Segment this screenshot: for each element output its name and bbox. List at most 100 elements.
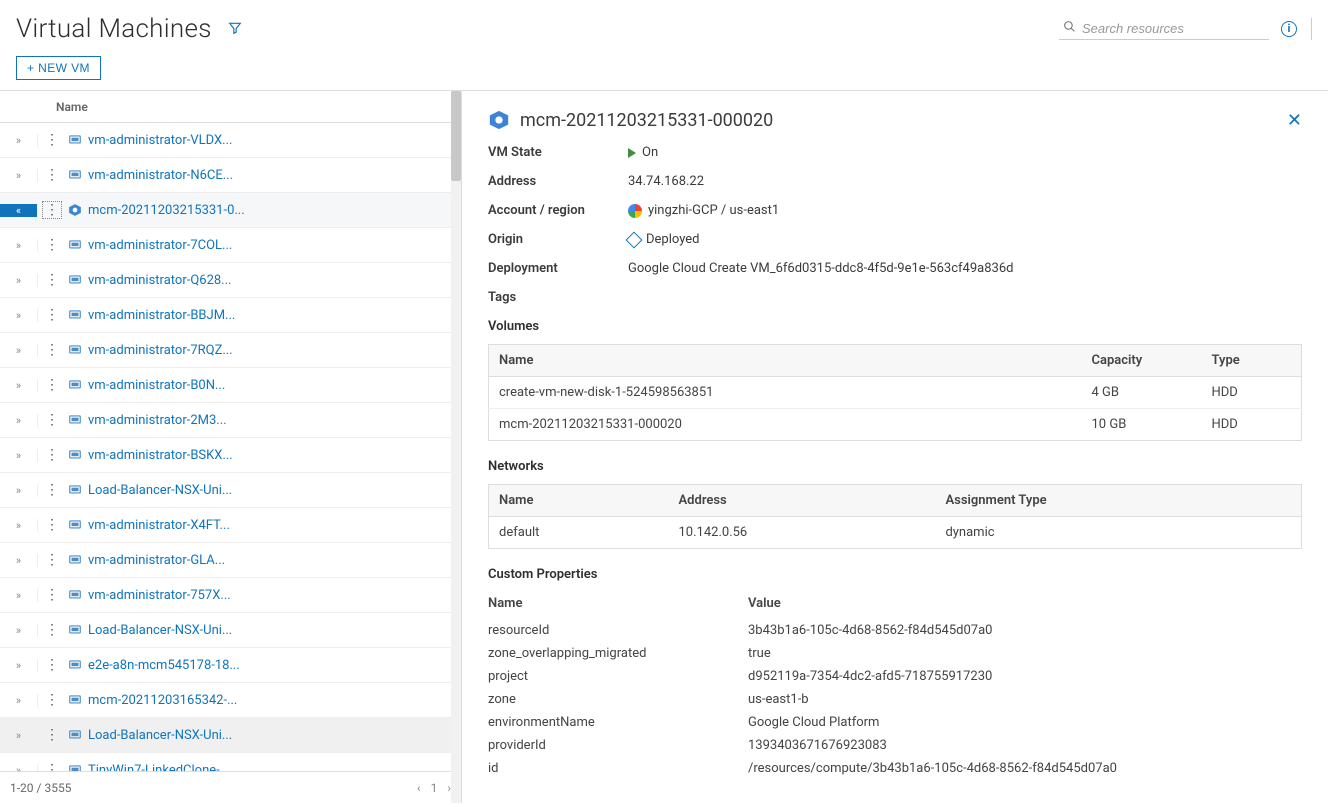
expand-icon[interactable]: »	[0, 659, 38, 672]
expand-icon[interactable]: »	[0, 309, 38, 322]
row-actions-menu[interactable]: ⋮	[42, 692, 62, 708]
row-actions-menu[interactable]: ⋮	[42, 237, 62, 253]
vm-name-link[interactable]: Load-Balancer-NSX-Uni...	[88, 483, 232, 498]
expand-icon[interactable]: »	[0, 729, 38, 742]
vm-name-link[interactable]: TinyWin7-LinkedClone-...	[88, 763, 230, 772]
row-actions-menu[interactable]: ⋮	[42, 377, 62, 393]
vm-name-link[interactable]: vm-administrator-N6CE...	[88, 168, 233, 183]
vm-list-row[interactable]: » ⋮ vm-administrator-X4FT...	[0, 508, 461, 543]
vm-name-link[interactable]: Load-Balancer-NSX-Uni...	[88, 623, 232, 638]
row-actions-menu[interactable]: ⋮	[42, 132, 62, 148]
props-col-name[interactable]: Name	[488, 592, 748, 619]
pager-prev[interactable]: ‹	[417, 781, 421, 795]
row-actions-menu[interactable]: ⋮	[42, 622, 62, 638]
vm-list-row[interactable]: » ⋮ vm-administrator-N6CE...	[0, 158, 461, 193]
vm-list-row[interactable]: » ⋮ vm-administrator-2M3...	[0, 403, 461, 438]
filter-icon[interactable]	[228, 20, 242, 39]
vm-name-link[interactable]: e2e-a8n-mcm545178-18...	[88, 658, 240, 673]
vm-name-link[interactable]: vm-administrator-GLA...	[88, 553, 225, 568]
row-actions-menu[interactable]: ⋮	[42, 552, 62, 568]
volumes-col-type[interactable]: Type	[1202, 345, 1302, 377]
vm-list-row[interactable]: » ⋮ vm-administrator-Q628...	[0, 263, 461, 298]
volume-capacity: 4 GB	[1082, 377, 1202, 409]
vm-list-row[interactable]: » ⋮ vm-administrator-GLA...	[0, 543, 461, 578]
vm-list-row[interactable]: » ⋮ Load-Balancer-NSX-Uni...	[0, 613, 461, 648]
row-actions-menu[interactable]: ⋮	[42, 342, 62, 358]
row-actions-menu[interactable]: ⋮	[42, 272, 62, 288]
expand-icon[interactable]: »	[0, 274, 38, 287]
expand-icon[interactable]: »	[0, 379, 38, 392]
search-input[interactable]	[1082, 21, 1252, 36]
expand-icon[interactable]: »	[0, 694, 38, 707]
expand-icon[interactable]: »	[0, 764, 38, 772]
info-icon[interactable]: i	[1281, 21, 1297, 37]
networks-col-name[interactable]: Name	[489, 485, 669, 517]
vm-name-link[interactable]: mcm-20211203215331-0...	[88, 203, 245, 218]
row-actions-menu[interactable]: ⋮	[42, 307, 62, 323]
vm-provider-icon	[68, 588, 82, 602]
volumes-col-capacity[interactable]: Capacity	[1082, 345, 1202, 377]
expand-icon[interactable]: »	[0, 134, 38, 147]
vm-list-row[interactable]: » ⋮ mcm-20211203165342-...	[0, 683, 461, 718]
expand-icon[interactable]: »	[0, 589, 38, 602]
row-actions-menu[interactable]: ⋮	[42, 727, 62, 743]
row-actions-menu[interactable]: ⋮	[42, 587, 62, 603]
vm-name-link[interactable]: vm-administrator-Q628...	[88, 273, 231, 288]
vm-list-row[interactable]: » ⋮ vm-administrator-BSKX...	[0, 438, 461, 473]
expand-icon[interactable]: »	[0, 624, 38, 637]
row-actions-menu[interactable]: ⋮	[42, 167, 62, 183]
vm-name-link[interactable]: vm-administrator-BSKX...	[88, 448, 233, 463]
volumes-col-name[interactable]: Name	[489, 345, 1082, 377]
vm-name-link[interactable]: mcm-20211203165342-...	[88, 693, 237, 708]
vm-list-row[interactable]: » ⋮ vm-administrator-VLDX...	[0, 123, 461, 158]
row-actions-menu[interactable]: ⋮	[42, 762, 62, 771]
vm-name-link[interactable]: vm-administrator-7RQZ...	[88, 343, 233, 358]
vm-list-row[interactable]: » ⋮ vm-administrator-BBJM...	[0, 298, 461, 333]
column-header-name[interactable]: Name	[56, 100, 88, 114]
vm-list-row[interactable]: » ⋮ TinyWin7-LinkedClone-...	[0, 753, 461, 771]
expand-icon[interactable]: »	[0, 414, 38, 427]
scrollbar-track[interactable]	[451, 91, 461, 803]
row-actions-menu[interactable]: ⋮	[42, 447, 62, 463]
vm-list-row[interactable]: » ⋮ vm-administrator-7RQZ...	[0, 333, 461, 368]
row-actions-menu[interactable]: ⋮	[42, 412, 62, 428]
expand-icon[interactable]: »	[0, 554, 38, 567]
vm-list-row[interactable]: « ⋮ mcm-20211203215331-0...	[0, 193, 461, 228]
vm-list-row[interactable]: » ⋮ vm-administrator-7COL...	[0, 228, 461, 263]
expand-icon[interactable]: »	[0, 239, 38, 252]
networks-col-assignment[interactable]: Assignment Type	[935, 485, 1301, 517]
row-actions-menu[interactable]: ⋮	[42, 201, 62, 219]
vm-name-link[interactable]: vm-administrator-VLDX...	[88, 133, 232, 148]
close-icon[interactable]: ✕	[1287, 110, 1302, 131]
vm-list-row[interactable]: » ⋮ e2e-a8n-mcm545178-18...	[0, 648, 461, 683]
expand-icon[interactable]: »	[0, 344, 38, 357]
new-vm-button[interactable]: + NEW VM	[16, 56, 101, 80]
expand-icon[interactable]: »	[0, 449, 38, 462]
vm-name-link[interactable]: vm-administrator-2M3...	[88, 413, 227, 428]
vm-list-row[interactable]: » ⋮ vm-administrator-B0N...	[0, 368, 461, 403]
section-volumes: Volumes	[488, 319, 1302, 334]
row-actions-menu[interactable]: ⋮	[42, 657, 62, 673]
expand-icon[interactable]: »	[0, 169, 38, 182]
vm-name-link[interactable]: vm-administrator-BBJM...	[88, 308, 235, 323]
vm-name-link[interactable]: vm-administrator-X4FT...	[88, 518, 230, 533]
vm-provider-icon	[68, 343, 82, 357]
networks-col-address[interactable]: Address	[669, 485, 936, 517]
vm-list-row[interactable]: » ⋮ Load-Balancer-NSX-Uni...	[0, 718, 461, 753]
vm-list-row[interactable]: » ⋮ Load-Balancer-NSX-Uni...	[0, 473, 461, 508]
table-row: resourceId3b43b1a6-105c-4d68-8562-f84d54…	[488, 619, 1302, 642]
row-actions-menu[interactable]: ⋮	[42, 517, 62, 533]
expand-icon[interactable]: »	[0, 484, 38, 497]
props-col-value[interactable]: Value	[748, 592, 1302, 619]
vm-name-link[interactable]: vm-administrator-7COL...	[88, 238, 232, 253]
vm-name-link[interactable]: vm-administrator-B0N...	[88, 378, 225, 393]
vm-name-link[interactable]: vm-administrator-757X...	[88, 588, 231, 603]
expand-icon[interactable]: »	[0, 519, 38, 532]
row-actions-menu[interactable]: ⋮	[42, 482, 62, 498]
vm-list-row[interactable]: » ⋮ vm-administrator-757X...	[0, 578, 461, 613]
value-vm-state: On	[642, 145, 658, 160]
collapse-icon[interactable]: «	[0, 204, 38, 217]
scrollbar-thumb[interactable]	[451, 91, 461, 181]
search-resources[interactable]	[1059, 18, 1269, 40]
vm-name-link[interactable]: Load-Balancer-NSX-Uni...	[88, 728, 232, 743]
